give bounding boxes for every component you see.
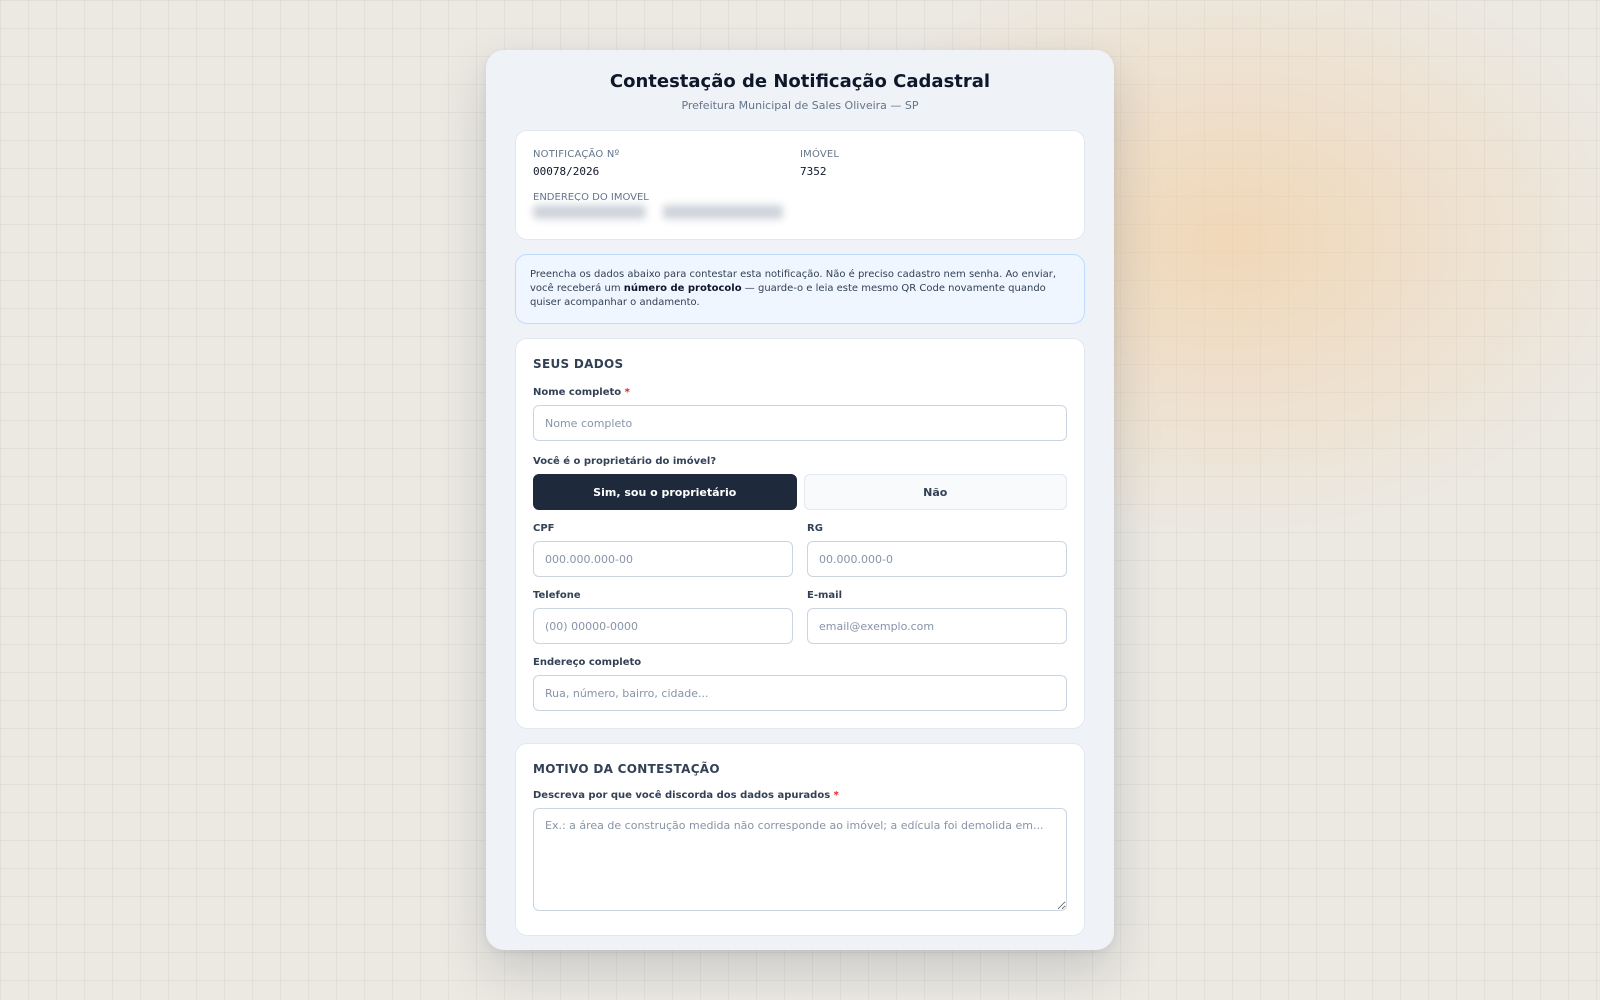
email-label: E-mail <box>807 590 843 601</box>
property-label: IMÓVEL <box>800 149 840 160</box>
full-address-input[interactable] <box>533 675 1067 711</box>
notification-number-label: NOTIFICAÇÃO Nº <box>533 149 620 160</box>
owner-toggle-group: Sim, sou o proprietário Não <box>533 474 1067 510</box>
name-input[interactable] <box>533 405 1067 441</box>
personal-data-section: SEUS DADOS Nome completo * Você é o prop… <box>515 338 1085 729</box>
personal-section-title: SEUS DADOS <box>533 357 624 371</box>
contest-form-card: Contestação de Notificação Cadastral Pre… <box>486 50 1114 950</box>
full-address-label: Endereço completo <box>533 657 642 668</box>
name-label-text: Nome completo <box>533 387 622 398</box>
page-subtitle: Prefeitura Municipal de Sales Oliveira —… <box>681 99 919 112</box>
page-title: Contestação de Notificação Cadastral <box>609 71 991 92</box>
owner-yes-button[interactable]: Sim, sou o proprietário <box>533 474 797 510</box>
property-block: IMÓVEL 7352 <box>800 148 1067 180</box>
instructions-notice: Preencha os dados abaixo para contestar … <box>515 254 1085 324</box>
reason-label-text: Descreva por que você discorda dos dados… <box>533 790 831 801</box>
property-address-label: ENDEREÇO DO IMÓVEL <box>533 192 649 201</box>
required-mark: * <box>624 387 630 398</box>
reason-textarea[interactable] <box>533 808 1067 911</box>
notification-info-panel: NOTIFICAÇÃO Nº 00078/2026 IMÓVEL 7352 EN… <box>515 130 1085 240</box>
cpf-input[interactable] <box>533 541 793 577</box>
phone-input[interactable] <box>533 608 793 644</box>
cpf-label: CPF <box>533 523 555 534</box>
contact-row: Telefone E-mail <box>533 577 1067 644</box>
email-field: E-mail <box>807 577 1067 644</box>
rg-field: RG <box>807 510 1067 577</box>
property-value: 7352 <box>800 165 827 178</box>
required-mark: * <box>833 790 839 801</box>
reason-label: Descreva por que você discorda dos dados… <box>533 789 1067 803</box>
email-input[interactable] <box>807 608 1067 644</box>
document-row: CPF RG <box>533 510 1067 577</box>
rg-label: RG <box>807 523 823 534</box>
contest-reason-section: MOTIVO DA CONTESTAÇÃO Descreva por que v… <box>515 743 1085 936</box>
phone-field: Telefone <box>533 577 793 644</box>
rg-input[interactable] <box>807 541 1067 577</box>
owner-question-label: Você é o proprietário do imóvel? <box>533 456 717 467</box>
notification-number-value: 00078/2026 <box>533 165 600 178</box>
name-label: Nome completo * <box>533 386 1067 400</box>
notice-text-bold: número de protocolo <box>623 283 742 294</box>
notification-info-grid: NOTIFICAÇÃO Nº 00078/2026 IMÓVEL 7352 <box>533 148 1067 180</box>
reason-section-title: MOTIVO DA CONTESTAÇÃO <box>533 762 720 776</box>
owner-no-button[interactable]: Não <box>803 474 1067 510</box>
property-address-redacted <box>533 205 783 219</box>
cpf-field: CPF <box>533 510 793 577</box>
notification-number-block: NOTIFICAÇÃO Nº 00078/2026 <box>533 148 800 180</box>
phone-label: Telefone <box>533 590 581 601</box>
